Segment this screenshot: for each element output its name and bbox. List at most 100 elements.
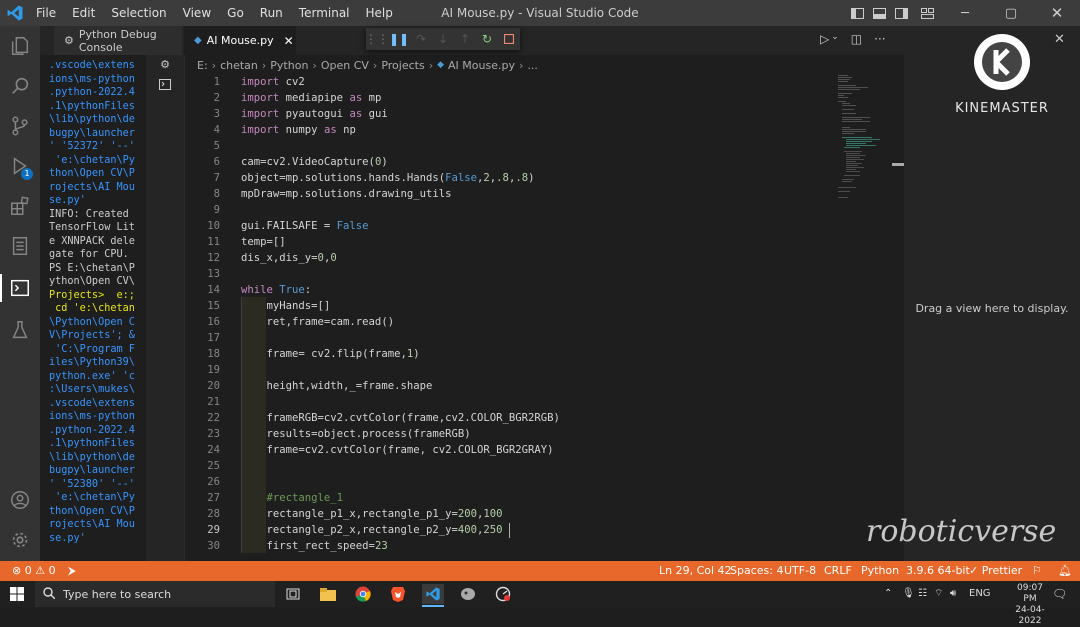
drag-handle-icon[interactable]: ⋮⋮ (365, 28, 389, 50)
code-line[interactable]: 1 import cv2 (184, 74, 834, 90)
file-explorer-icon[interactable] (317, 584, 339, 604)
restart-icon[interactable]: ↻ (476, 28, 498, 50)
code-line[interactable]: 19 (184, 362, 834, 378)
more-actions-icon[interactable]: ··· (874, 32, 885, 46)
wifi-icon[interactable]: ⌔ (934, 581, 943, 607)
code-line[interactable]: 21 (184, 394, 834, 410)
code-line[interactable]: 27 #rectangle_1 (184, 490, 834, 506)
toggle-panel-icon[interactable] (868, 0, 890, 26)
code-line[interactable]: 22 frameRGB=cv2.cvtColor(frame,cv2.COLOR… (184, 410, 834, 426)
breadcrumb-projects[interactable]: Projects (381, 59, 424, 72)
code-line[interactable]: 9 (184, 202, 834, 218)
manage-gear-icon[interactable] (8, 528, 32, 552)
breadcrumb-drive[interactable]: E: (197, 59, 208, 72)
notification-center-icon[interactable]: 🗨︎ (1052, 581, 1067, 607)
customize-layout-icon[interactable] (912, 0, 942, 26)
gear-icon[interactable]: ⚙ (158, 57, 172, 71)
vscode-logo-icon[interactable] (6, 4, 24, 22)
menu-view[interactable]: View (175, 0, 219, 26)
step-into-icon[interactable]: ↓ (432, 28, 454, 50)
tray-chevron-up-icon[interactable]: ⌃ (884, 581, 892, 607)
menu-run[interactable]: Run (252, 0, 291, 26)
problems-status[interactable]: ⊗ 0 ⚠ 0 (12, 561, 56, 581)
eol-status[interactable]: CRLF (824, 561, 852, 581)
chevron-down-icon[interactable]: ⌄ (831, 32, 839, 46)
code-line[interactable]: 24 frame=cv2.cvtColor(frame, cv2.COLOR_B… (184, 442, 834, 458)
windows-start-icon[interactable] (6, 584, 28, 604)
menu-selection[interactable]: Selection (103, 0, 174, 26)
vscode-taskbar-icon[interactable] (422, 584, 444, 604)
encoding-status[interactable]: UTF-8 (784, 561, 816, 581)
code-line[interactable]: 3 import pyautogui as gui (184, 106, 834, 122)
code-line[interactable]: 2 import mediapipe as mp (184, 90, 834, 106)
close-button[interactable]: ✕ (1034, 0, 1080, 26)
prettier-status[interactable]: ✓ Prettier (969, 561, 1022, 581)
menu-edit[interactable]: Edit (64, 0, 103, 26)
account-icon[interactable] (8, 488, 32, 512)
feedback-icon[interactable]: ⚐ (1032, 561, 1042, 581)
clock[interactable]: 09:07 PM 24-04-2022 (1010, 583, 1050, 627)
code-line[interactable]: 15 myHands=[] (184, 298, 834, 314)
cursor-position[interactable]: Ln 29, Col 42 (659, 561, 732, 581)
brave-browser-icon[interactable] (387, 584, 409, 604)
code-line[interactable]: 17 (184, 330, 834, 346)
task-view-icon[interactable] (282, 584, 304, 604)
code-line[interactable]: 23 results=object.process(frameRGB) (184, 426, 834, 442)
code-line[interactable]: 14 while True: (184, 282, 834, 298)
code-line[interactable]: 28 rectangle_p1_x,rectangle_p1_y=200,100 (184, 506, 834, 522)
interpreter-status[interactable]: 3.9.6 64-bit (906, 561, 970, 581)
breadcrumb-chetan[interactable]: chetan (220, 59, 258, 72)
menu-go[interactable]: Go (219, 0, 252, 26)
toggle-secondary-sidebar-icon[interactable] (890, 0, 912, 26)
step-out-icon[interactable]: ↑ (454, 28, 476, 50)
menu-help[interactable]: Help (358, 0, 401, 26)
code-line[interactable]: 26 (184, 474, 834, 490)
chrome-icon[interactable] (352, 584, 374, 604)
panel-close-icon[interactable]: ✕ (1054, 32, 1065, 47)
input-language[interactable]: ENG (969, 581, 991, 607)
code-line[interactable]: 12 dis_x,dis_y=0,0 (184, 250, 834, 266)
code-line[interactable]: 20 height,width,_=frame.shape (184, 378, 834, 394)
indentation-status[interactable]: Spaces: 4 (730, 561, 783, 581)
microphone-icon[interactable]: 🎙︎ (902, 581, 915, 607)
breadcrumb-python[interactable]: Python (270, 59, 308, 72)
pause-icon[interactable]: ❚❚ (388, 28, 410, 50)
maximize-button[interactable]: ▢ (988, 0, 1034, 26)
stop-icon[interactable] (498, 28, 520, 50)
code-editor[interactable]: 1 import cv2 2 import mediapipe as mp 3 impor… (184, 73, 834, 561)
code-line[interactable]: 10 gui.FAILSAFE = False (184, 218, 834, 234)
terminal-panel[interactable]: .vscode\extens ions\ms-python .python-2022… (40, 55, 146, 561)
recording-app-icon[interactable] (492, 584, 514, 604)
step-over-icon[interactable]: ↷ (410, 28, 432, 50)
minimize-button[interactable]: ─ (942, 0, 988, 26)
scrollbar-thumb[interactable] (892, 163, 904, 166)
testing-flask-icon[interactable] (8, 318, 32, 342)
code-line[interactable]: 25 (184, 458, 834, 474)
search-icon[interactable] (8, 74, 32, 98)
code-line[interactable]: 6 cam=cv2.VideoCapture(0) (184, 154, 834, 170)
toggle-sidebar-icon[interactable] (846, 0, 868, 26)
code-line[interactable]: 18 frame= cv2.flip(frame,1) (184, 346, 834, 362)
minimap[interactable] (834, 73, 896, 213)
code-line[interactable]: 7 object=mp.solutions.hands.Hands(False,2… (184, 170, 834, 186)
terminal-instance-icon[interactable] (158, 77, 172, 91)
editor-scrollbar[interactable] (892, 73, 904, 561)
code-line[interactable]: 16 ret,frame=cam.read() (184, 314, 834, 330)
taskbar-search[interactable]: Type here to search (35, 581, 275, 607)
breadcrumb-file[interactable]: AI Mouse.py (448, 59, 515, 72)
python-app-icon[interactable] (457, 584, 479, 604)
terminal-icon[interactable] (8, 276, 32, 300)
extensions-icon[interactable] (8, 194, 32, 218)
breadcrumb-open-cv[interactable]: Open CV (321, 59, 369, 72)
notebook-icon[interactable] (8, 234, 32, 258)
debug-status-icon[interactable]: ⮞ (68, 561, 76, 581)
code-line[interactable]: 11 temp=[] (184, 234, 834, 250)
code-line[interactable]: 13 (184, 266, 834, 282)
explorer-icon[interactable] (8, 34, 32, 58)
tab-close-icon[interactable]: ✕ (284, 34, 294, 48)
menu-file[interactable]: File (28, 0, 64, 26)
code-line[interactable]: 5 (184, 138, 834, 154)
menu-terminal[interactable]: Terminal (291, 0, 358, 26)
code-line[interactable]: 30 first_rect_speed=23 (184, 538, 834, 554)
code-line[interactable]: 4 import numpy as np (184, 122, 834, 138)
